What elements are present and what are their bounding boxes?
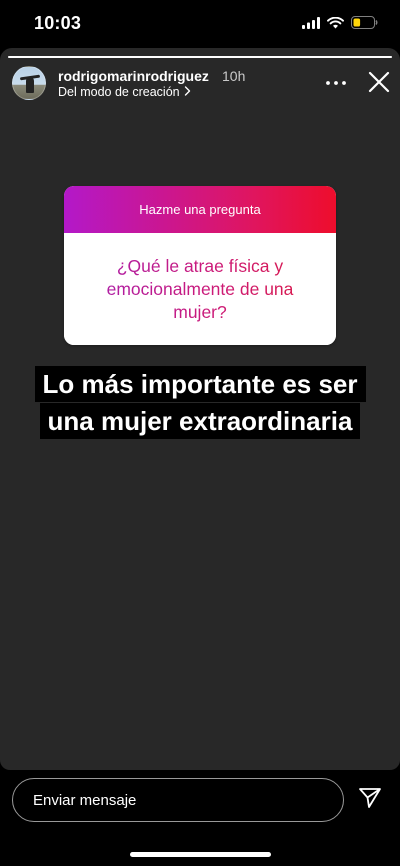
signal-icon <box>302 16 320 34</box>
question-sticker[interactable]: Hazme una pregunta ¿Qué le atrae física … <box>64 186 336 345</box>
home-indicator <box>130 852 271 857</box>
chevron-right-icon <box>184 85 191 99</box>
status-bar: 10:03 <box>0 0 400 48</box>
send-icon <box>358 787 382 814</box>
story-progress-fill <box>8 56 392 58</box>
status-icons <box>302 16 378 34</box>
close-icon <box>368 71 390 98</box>
sticker-header: Hazme una pregunta <box>64 186 336 233</box>
sticker-question: ¿Qué le atrae física y emocionalmente de… <box>64 233 336 345</box>
author-username[interactable]: rodrigomarinrodriguez <box>58 68 209 84</box>
more-options-button[interactable] <box>322 70 350 92</box>
close-button[interactable] <box>365 70 393 98</box>
message-input[interactable] <box>12 778 344 822</box>
answer-text: Lo más importante es ser una mujer extra… <box>34 366 366 439</box>
more-dots-icon <box>326 72 346 90</box>
story-time-ago: 10h <box>222 68 246 84</box>
battery-level <box>353 18 361 27</box>
battery-icon <box>351 16 378 34</box>
answer-caption: Lo más importante es ser una mujer extra… <box>22 366 378 440</box>
story-card[interactable]: rodrigomarinrodriguez 10h Del modo de cr… <box>0 48 400 770</box>
wifi-icon <box>327 16 344 34</box>
story-screen: 10:03 rodrigomarinrodriguez 10h Del modo… <box>0 0 400 866</box>
status-time: 10:03 <box>34 13 82 33</box>
avatar[interactable] <box>12 66 46 100</box>
story-progress-bar <box>8 56 392 58</box>
creation-mode-link[interactable]: Del modo de creación <box>58 85 191 99</box>
creation-mode-label: Del modo de creación <box>58 85 180 99</box>
send-button[interactable] <box>356 786 384 814</box>
